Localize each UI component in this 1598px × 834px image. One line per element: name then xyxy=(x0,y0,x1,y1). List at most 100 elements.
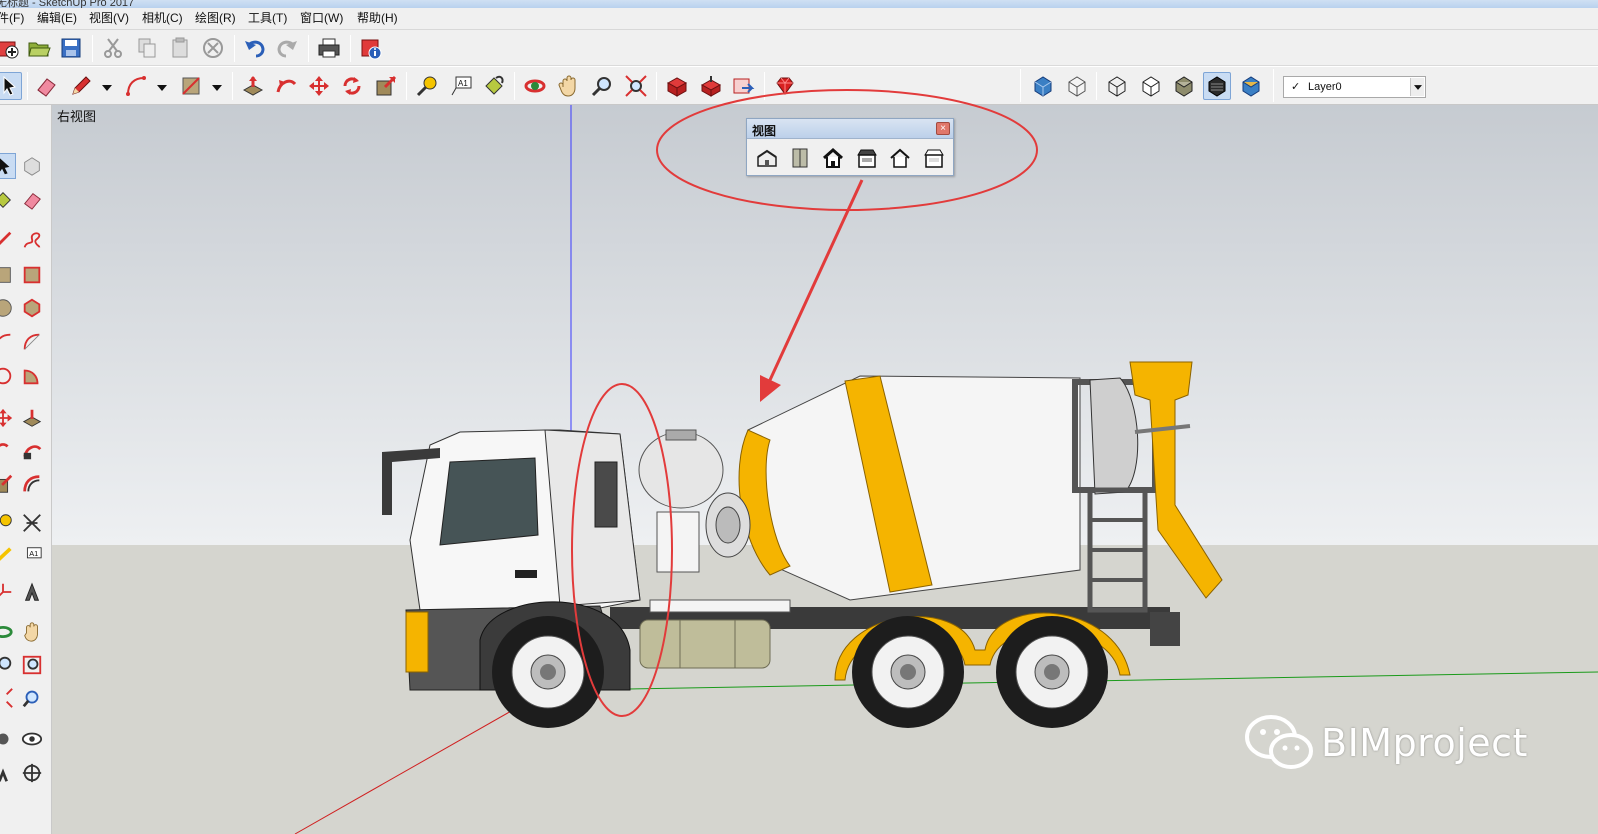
iso-view-icon[interactable] xyxy=(754,145,780,171)
protractor-tool-icon[interactable] xyxy=(0,543,16,569)
zoom-icon[interactable] xyxy=(0,652,16,678)
arc-tool-icon[interactable] xyxy=(0,329,16,355)
axes-tool-icon[interactable] xyxy=(0,579,16,605)
shaded-style-icon[interactable] xyxy=(1170,72,1198,100)
copy-icon[interactable] xyxy=(133,34,161,62)
section-plane-icon[interactable] xyxy=(19,760,45,786)
dimension-tool-icon[interactable] xyxy=(19,510,45,536)
follow-me-icon[interactable] xyxy=(19,438,45,464)
open-icon[interactable] xyxy=(25,34,53,62)
move-tool-icon[interactable] xyxy=(305,72,333,100)
text-tool-icon[interactable]: A1 xyxy=(19,543,45,569)
menu-help[interactable]: 帮助(H) xyxy=(357,11,398,26)
zoom-extents-icon[interactable] xyxy=(622,72,650,100)
eraser-tool-icon[interactable] xyxy=(32,72,60,100)
extension-warehouse-icon[interactable] xyxy=(730,72,758,100)
save-icon[interactable] xyxy=(57,34,85,62)
model-info-icon[interactable] xyxy=(357,34,385,62)
concrete-mixer-truck[interactable] xyxy=(382,361,1223,728)
shaded-textures-style-icon[interactable] xyxy=(1203,72,1231,100)
undo-icon[interactable] xyxy=(241,34,269,62)
paint-bucket-icon[interactable] xyxy=(0,187,16,213)
offset-tool-icon[interactable] xyxy=(19,471,45,497)
rectangle-tool-icon[interactable] xyxy=(0,262,16,288)
tape-measure-icon[interactable] xyxy=(0,510,16,536)
iso-style-icon[interactable] xyxy=(1029,72,1057,100)
paint-bucket-icon[interactable] xyxy=(480,72,508,100)
freehand-tool-icon[interactable] xyxy=(19,227,45,253)
circle-tool-icon[interactable] xyxy=(0,295,16,321)
back-view-icon[interactable] xyxy=(887,145,913,171)
two-point-arc-icon[interactable] xyxy=(19,329,45,355)
layer-dropdown[interactable]: ✓ Layer0 xyxy=(1283,76,1426,98)
menu-file[interactable]: 件(F) xyxy=(0,11,24,26)
zoom-window-icon[interactable] xyxy=(19,652,45,678)
print-icon[interactable] xyxy=(315,34,343,62)
redo-icon[interactable] xyxy=(273,34,301,62)
walk-icon[interactable] xyxy=(0,760,16,786)
views-toolbar-titlebar[interactable]: 视图 × xyxy=(747,119,953,139)
wechat-icon xyxy=(1245,715,1313,769)
menu-draw[interactable]: 绘图(R) xyxy=(195,11,236,26)
make-component-icon[interactable] xyxy=(19,153,45,179)
new-icon[interactable] xyxy=(0,34,22,62)
rotate-tool-icon[interactable] xyxy=(0,438,16,464)
menu-window[interactable]: 窗口(W) xyxy=(300,11,343,26)
follow-me-icon[interactable] xyxy=(272,72,300,100)
text-tool-icon[interactable]: A1 xyxy=(447,72,475,100)
menu-edit[interactable]: 编辑(E) xyxy=(37,11,77,26)
menu-view[interactable]: 视图(V) xyxy=(89,11,129,26)
front-view-icon[interactable] xyxy=(820,145,846,171)
three-point-arc-icon[interactable] xyxy=(0,363,16,389)
scale-tool-icon[interactable] xyxy=(372,72,400,100)
close-icon[interactable]: × xyxy=(936,122,950,135)
orbit-icon[interactable] xyxy=(521,72,549,100)
pan-icon[interactable] xyxy=(555,72,583,100)
hidden-line-style-icon[interactable] xyxy=(1137,72,1165,100)
select-tool-icon[interactable] xyxy=(0,153,16,179)
paste-icon[interactable] xyxy=(166,34,194,62)
top-view-icon[interactable] xyxy=(787,145,813,171)
push-pull-icon[interactable] xyxy=(19,405,45,431)
scale-tool-icon[interactable] xyxy=(0,471,16,497)
separator xyxy=(1273,69,1274,102)
line-tool-icon[interactable] xyxy=(0,227,16,253)
rotated-rectangle-icon[interactable] xyxy=(19,262,45,288)
arc-dropdown-icon[interactable] xyxy=(157,83,167,93)
look-around-icon[interactable] xyxy=(19,726,45,752)
pencil-dropdown-icon[interactable] xyxy=(102,83,112,93)
menu-camera[interactable]: 相机(C) xyxy=(142,11,183,26)
pie-tool-icon[interactable] xyxy=(19,363,45,389)
views-floating-toolbar[interactable]: 视图 × xyxy=(746,118,954,176)
menu-tools[interactable]: 工具(T) xyxy=(248,11,287,26)
rectangle-dropdown-icon[interactable] xyxy=(212,83,222,93)
tape-measure-icon[interactable] xyxy=(413,72,441,100)
chevron-down-icon[interactable] xyxy=(1410,78,1424,96)
cut-icon[interactable] xyxy=(99,34,127,62)
rotate-tool-icon[interactable] xyxy=(338,72,366,100)
position-camera-icon[interactable] xyxy=(0,726,16,752)
3d-warehouse-icon[interactable] xyxy=(663,72,691,100)
pencil-tool-icon[interactable] xyxy=(67,72,95,100)
3d-text-icon[interactable] xyxy=(19,579,45,605)
previous-view-icon[interactable] xyxy=(19,685,45,711)
right-view-icon[interactable] xyxy=(854,145,880,171)
pan-icon[interactable] xyxy=(19,619,45,645)
monochrome-style-icon[interactable] xyxy=(1237,72,1265,100)
select-tool-icon[interactable] xyxy=(0,72,22,100)
rectangle-tool-icon[interactable] xyxy=(177,72,205,100)
ruby-console-icon[interactable] xyxy=(771,72,799,100)
push-pull-icon[interactable] xyxy=(239,72,267,100)
xray-style-icon[interactable] xyxy=(1063,72,1091,100)
erase-icon[interactable] xyxy=(199,34,227,62)
wireframe-style-icon[interactable] xyxy=(1103,72,1131,100)
zoom-icon[interactable] xyxy=(588,72,616,100)
share-model-icon[interactable] xyxy=(697,72,725,100)
arc-tool-icon[interactable] xyxy=(122,72,150,100)
left-view-icon[interactable] xyxy=(921,145,947,171)
eraser-tool-icon[interactable] xyxy=(19,187,45,213)
polygon-tool-icon[interactable] xyxy=(19,295,45,321)
orbit-icon[interactable] xyxy=(0,619,16,645)
zoom-extents-icon[interactable] xyxy=(0,685,16,711)
move-tool-icon[interactable] xyxy=(0,405,16,431)
